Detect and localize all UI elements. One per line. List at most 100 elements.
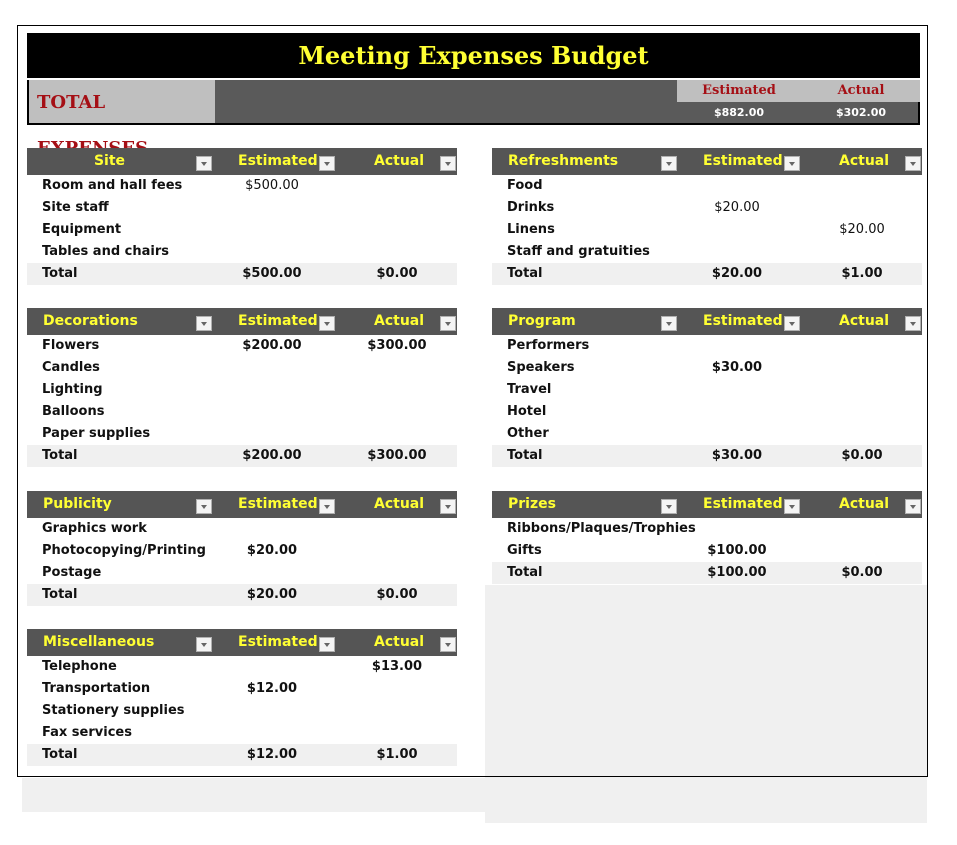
table-row[interactable]: Graphics work xyxy=(27,518,457,540)
item-name[interactable]: Performers xyxy=(507,338,589,353)
filter-dropdown-icon[interactable] xyxy=(196,156,212,171)
item-name[interactable]: Hotel xyxy=(507,404,546,419)
column-header-estimated: Estimated xyxy=(238,313,318,329)
item-name[interactable]: Linens xyxy=(507,222,555,237)
filter-dropdown-icon[interactable] xyxy=(440,499,456,514)
item-name[interactable]: Gifts xyxy=(507,543,542,558)
filter-dropdown-icon[interactable] xyxy=(661,316,677,331)
table-row[interactable]: Tables and chairs xyxy=(27,241,457,263)
table-row[interactable]: Linens $20.00 xyxy=(492,219,922,241)
estimated-cell[interactable]: $100.00 xyxy=(692,543,782,558)
table-row[interactable]: Stationery supplies xyxy=(27,700,457,722)
table-row[interactable]: Travel xyxy=(492,379,922,401)
table-row[interactable]: Photocopying/Printing $20.00 xyxy=(27,540,457,562)
estimated-cell[interactable]: $20.00 xyxy=(692,200,782,215)
filter-dropdown-icon[interactable] xyxy=(661,499,677,514)
item-name[interactable]: Room and hall fees xyxy=(42,178,182,193)
table-row[interactable]: Balloons xyxy=(27,401,457,423)
filter-dropdown-icon[interactable] xyxy=(319,499,335,514)
filter-dropdown-icon[interactable] xyxy=(196,316,212,331)
table-row[interactable]: Paper supplies xyxy=(27,423,457,445)
item-name[interactable]: Fax services xyxy=(42,725,132,740)
table-row[interactable]: Hotel xyxy=(492,401,922,423)
item-name[interactable]: Travel xyxy=(507,382,551,397)
table-row[interactable]: Food xyxy=(492,175,922,197)
table-row[interactable]: Site staff xyxy=(27,197,457,219)
item-name[interactable]: Staff and gratuities xyxy=(507,244,650,259)
table-row[interactable]: Lighting xyxy=(27,379,457,401)
item-name[interactable]: Flowers xyxy=(42,338,99,353)
column-header-category: Miscellaneous xyxy=(43,634,155,650)
filter-dropdown-icon[interactable] xyxy=(905,499,921,514)
table-header: Prizes Estimated Actual xyxy=(492,491,922,518)
item-name[interactable]: Balloons xyxy=(42,404,104,419)
summary-estimated-label: Estimated xyxy=(702,83,776,98)
filter-dropdown-icon[interactable] xyxy=(196,637,212,652)
total-estimated: $12.00 xyxy=(246,747,298,762)
item-name[interactable]: Speakers xyxy=(507,360,575,375)
item-name[interactable]: Drinks xyxy=(507,200,554,215)
column-header-category: Publicity xyxy=(43,496,112,512)
actual-cell[interactable]: $20.00 xyxy=(817,222,907,237)
table-row[interactable]: Gifts $100.00 xyxy=(492,540,922,562)
item-name[interactable]: Stationery supplies xyxy=(42,703,185,718)
column-header-estimated: Estimated xyxy=(703,496,783,512)
estimated-cell[interactable]: $500.00 xyxy=(227,178,317,193)
item-name[interactable]: Equipment xyxy=(42,222,121,237)
table-row[interactable]: Equipment xyxy=(27,219,457,241)
column-header-actual: Actual xyxy=(839,153,890,169)
item-name[interactable]: Photocopying/Printing xyxy=(42,543,206,558)
filter-dropdown-icon[interactable] xyxy=(905,316,921,331)
table-row[interactable]: Ribbons/Plaques/Trophies xyxy=(492,518,922,540)
table-row[interactable]: Telephone $13.00 xyxy=(27,656,457,678)
actual-cell[interactable]: $300.00 xyxy=(352,338,442,353)
estimated-cell[interactable]: $12.00 xyxy=(227,681,317,696)
table-row[interactable]: Room and hall fees $500.00 xyxy=(27,175,457,197)
filter-dropdown-icon[interactable] xyxy=(440,637,456,652)
table-row[interactable]: Drinks $20.00 xyxy=(492,197,922,219)
table-row[interactable]: Fax services xyxy=(27,722,457,744)
table-row[interactable]: Transportation $12.00 xyxy=(27,678,457,700)
filter-dropdown-icon[interactable] xyxy=(319,316,335,331)
estimated-cell[interactable]: $200.00 xyxy=(227,338,317,353)
table-row[interactable]: Performers xyxy=(492,335,922,357)
table-row[interactable]: Speakers $30.00 xyxy=(492,357,922,379)
estimated-cell[interactable]: $20.00 xyxy=(227,543,317,558)
table-header: Site Estimated Actual xyxy=(27,148,457,175)
filter-dropdown-icon[interactable] xyxy=(319,156,335,171)
item-name[interactable]: Graphics work xyxy=(42,521,147,536)
table-row[interactable]: Postage xyxy=(27,562,457,584)
table-row[interactable]: Other xyxy=(492,423,922,445)
summary-actual-value: $302.00 xyxy=(835,106,887,119)
filter-dropdown-icon[interactable] xyxy=(440,316,456,331)
filter-dropdown-icon[interactable] xyxy=(784,316,800,331)
filter-dropdown-icon[interactable] xyxy=(661,156,677,171)
filter-dropdown-icon[interactable] xyxy=(784,156,800,171)
item-name[interactable]: Paper supplies xyxy=(42,426,150,441)
column-header-estimated: Estimated xyxy=(703,153,783,169)
item-name[interactable]: Food xyxy=(507,178,543,193)
item-name[interactable]: Telephone xyxy=(42,659,117,674)
actual-cell[interactable]: $13.00 xyxy=(352,659,442,674)
filter-dropdown-icon[interactable] xyxy=(905,156,921,171)
item-name[interactable]: Other xyxy=(507,426,549,441)
item-name[interactable]: Ribbons/Plaques/Trophies xyxy=(507,521,696,536)
total-actual: $300.00 xyxy=(367,448,427,463)
item-name[interactable]: Postage xyxy=(42,565,101,580)
filter-dropdown-icon[interactable] xyxy=(784,499,800,514)
filter-dropdown-icon[interactable] xyxy=(196,499,212,514)
total-row: Total $200.00 $300.00 xyxy=(27,445,457,467)
item-name[interactable]: Transportation xyxy=(42,681,150,696)
table-row[interactable]: Flowers $200.00 $300.00 xyxy=(27,335,457,357)
item-name[interactable]: Candles xyxy=(42,360,100,375)
filter-dropdown-icon[interactable] xyxy=(440,156,456,171)
filter-dropdown-icon[interactable] xyxy=(319,637,335,652)
item-name[interactable]: Site staff xyxy=(42,200,109,215)
column-header-category: Program xyxy=(508,313,576,329)
column-header-actual: Actual xyxy=(374,153,425,169)
item-name[interactable]: Lighting xyxy=(42,382,103,397)
table-row[interactable]: Staff and gratuities xyxy=(492,241,922,263)
estimated-cell[interactable]: $30.00 xyxy=(692,360,782,375)
item-name[interactable]: Tables and chairs xyxy=(42,244,169,259)
table-row[interactable]: Candles xyxy=(27,357,457,379)
